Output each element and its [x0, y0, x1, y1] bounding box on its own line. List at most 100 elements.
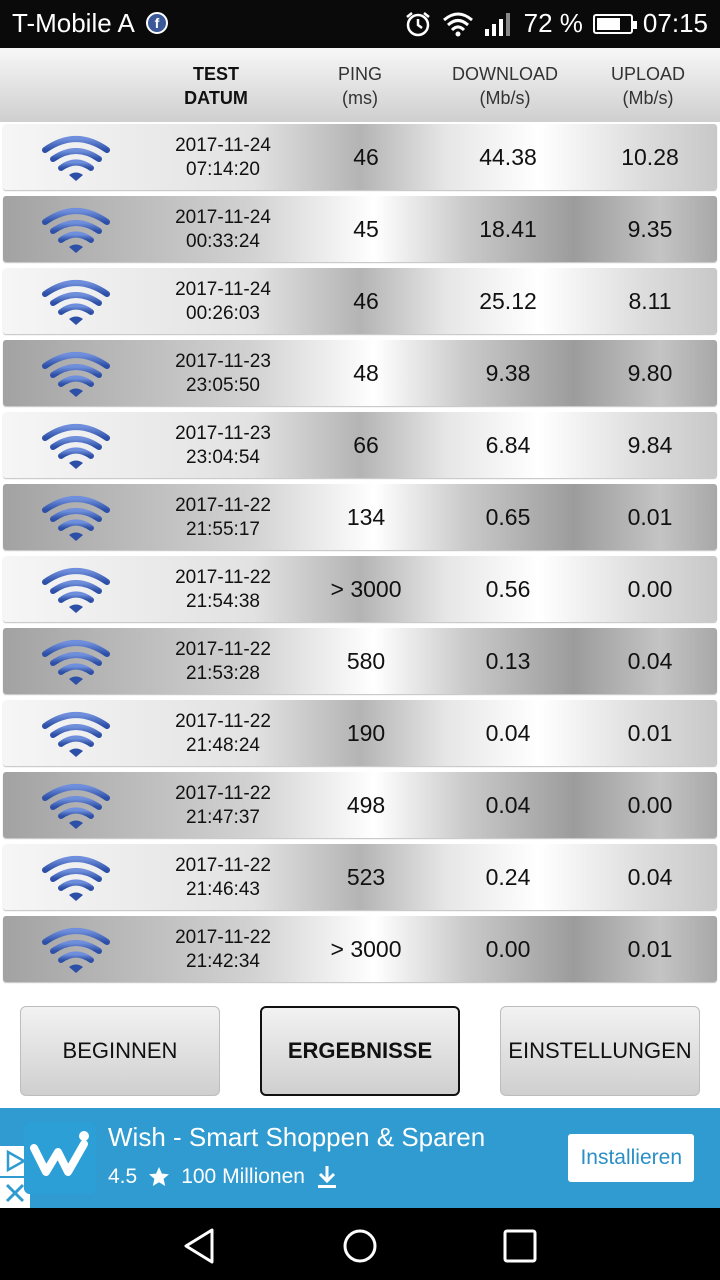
result-date: 2017-11-23: [175, 423, 271, 444]
result-time: 21:54:38: [186, 591, 260, 612]
result-date: 2017-11-22: [175, 567, 271, 588]
result-datetime: 2017-11-22 21:55:17: [153, 494, 293, 542]
result-upload: 0.00: [627, 576, 673, 602]
download-icon: [317, 1166, 336, 1188]
result-datetime: 2017-11-24 00:26:03: [153, 278, 293, 326]
result-time: 21:42:34: [186, 951, 260, 972]
clock: 07:15: [642, 8, 708, 38]
result-datetime: 2017-11-22 21:46:43: [153, 854, 293, 902]
result-upload: 0.00: [627, 792, 673, 818]
star-icon: [149, 1167, 170, 1186]
ad-title[interactable]: Wish - Smart Shoppen & Sparen: [108, 1122, 485, 1153]
wifi-icon: [42, 208, 110, 253]
result-upload: 0.01: [627, 720, 673, 746]
einstellungen-button[interactable]: EINSTELLUNGEN: [500, 1006, 700, 1096]
wish-logo-icon[interactable]: [24, 1122, 96, 1194]
header-upload-unit: (Mb/s): [622, 88, 674, 108]
header-ping-unit: (ms): [342, 88, 378, 108]
result-download: 0.65: [485, 504, 531, 530]
result-row[interactable]: 2017-11-22 21:47:37 498 0.04 0.00: [3, 772, 717, 838]
result-date: 2017-11-22: [175, 495, 271, 516]
ergebnisse-button[interactable]: ERGEBNISSE: [260, 1006, 460, 1096]
result-row[interactable]: 2017-11-22 21:53:28 580 0.13 0.04: [3, 628, 717, 694]
result-download: 0.00: [485, 936, 531, 962]
wifi-icon: [42, 280, 110, 325]
result-time: 07:14:20: [186, 159, 260, 180]
result-datetime: 2017-11-24 00:33:24: [153, 206, 293, 254]
ad-banner[interactable]: Wish - Smart Shoppen & Sparen 4.5 100 Mi…: [0, 1108, 720, 1208]
result-row[interactable]: 2017-11-22 21:54:38 > 3000 0.56 0.00: [3, 556, 717, 622]
result-row[interactable]: 2017-11-24 07:14:20 46 44.38 10.28: [3, 124, 717, 190]
result-date: 2017-11-23: [175, 351, 271, 372]
result-row[interactable]: 2017-11-22 21:42:34 > 3000 0.00 0.01: [3, 916, 717, 982]
status-bar: T-Mobile A f 72 % 07:15: [0, 0, 720, 48]
result-datetime: 2017-11-22 21:47:37: [153, 782, 293, 830]
wifi-icon: [442, 12, 473, 36]
result-upload: 10.28: [621, 144, 679, 170]
wifi-icon: [42, 712, 110, 757]
ad-rating: 4.5: [108, 1165, 138, 1188]
result-datetime: 2017-11-22 21:42:34: [153, 926, 293, 974]
result-time: 23:05:50: [186, 375, 260, 396]
result-ping: 46: [353, 144, 379, 170]
result-ping: 498: [346, 792, 386, 818]
result-datetime: 2017-11-23 23:05:50: [153, 350, 293, 398]
result-ping: 190: [346, 720, 386, 746]
result-ping: 134: [346, 504, 386, 530]
header-test-label: TEST: [192, 64, 239, 84]
result-date: 2017-11-22: [175, 711, 271, 732]
result-download: 0.04: [485, 720, 531, 746]
result-upload: 9.35: [627, 216, 673, 242]
result-row[interactable]: 2017-11-24 00:26:03 46 25.12 8.11: [3, 268, 717, 334]
recents-icon[interactable]: [502, 1228, 538, 1264]
result-time: 21:47:37: [186, 807, 260, 828]
result-datetime: 2017-11-23 23:04:54: [153, 422, 293, 470]
home-icon[interactable]: [340, 1226, 380, 1266]
result-row[interactable]: 2017-11-24 00:33:24 45 18.41 9.35: [3, 196, 717, 262]
result-row[interactable]: 2017-11-22 21:48:24 190 0.04 0.01: [3, 700, 717, 766]
beginnen-button[interactable]: BEGINNEN: [20, 1006, 220, 1096]
carrier-name: T-Mobile A: [12, 8, 135, 38]
facebook-icon: f: [146, 12, 168, 34]
back-icon[interactable]: [180, 1226, 220, 1266]
header-ping: PING (ms): [300, 62, 420, 110]
signal-icon: [484, 12, 510, 36]
wifi-icon: [42, 352, 110, 397]
result-row[interactable]: 2017-11-22 21:55:17 134 0.65 0.01: [3, 484, 717, 550]
result-download: 44.38: [479, 144, 537, 170]
header-ping-label: PING: [337, 64, 382, 84]
result-ping: 523: [346, 864, 386, 890]
alarm-icon: [405, 11, 430, 36]
result-date: 2017-11-24: [175, 135, 271, 156]
result-date: 2017-11-24: [175, 279, 271, 300]
header-download: DOWNLOAD (Mb/s): [440, 62, 570, 110]
result-download: 6.84: [485, 432, 531, 458]
result-download: 0.24: [485, 864, 531, 890]
header-download-label: DOWNLOAD: [451, 64, 558, 84]
result-download: 0.56: [485, 576, 531, 602]
ad-installs: 100 Millionen: [181, 1165, 305, 1188]
result-date: 2017-11-22: [175, 639, 271, 660]
result-date: 2017-11-22: [175, 783, 271, 804]
result-ping: 580: [346, 648, 386, 674]
result-time: 21:53:28: [186, 663, 260, 684]
result-datetime: 2017-11-24 07:14:20: [153, 134, 293, 182]
result-download: 9.38: [485, 360, 531, 386]
result-download: 25.12: [479, 288, 537, 314]
header-datum-label: DATUM: [184, 88, 248, 108]
result-ping: > 3000: [330, 936, 402, 962]
result-upload: 0.04: [627, 648, 673, 674]
result-download: 18.41: [479, 216, 537, 242]
install-button[interactable]: Installieren: [568, 1134, 694, 1182]
result-download: 0.04: [485, 792, 531, 818]
result-row[interactable]: 2017-11-22 21:46:43 523 0.24 0.04: [3, 844, 717, 910]
result-ping: > 3000: [330, 576, 402, 602]
result-time: 00:33:24: [186, 231, 260, 252]
wifi-icon: [42, 136, 110, 181]
result-row[interactable]: 2017-11-23 23:05:50 48 9.38 9.80: [3, 340, 717, 406]
battery-fill: [596, 17, 620, 30]
result-date: 2017-11-22: [175, 855, 271, 876]
result-row[interactable]: 2017-11-23 23:04:54 66 6.84 9.84: [3, 412, 717, 478]
result-time: 21:48:24: [186, 735, 260, 756]
result-time: 00:26:03: [186, 303, 260, 324]
